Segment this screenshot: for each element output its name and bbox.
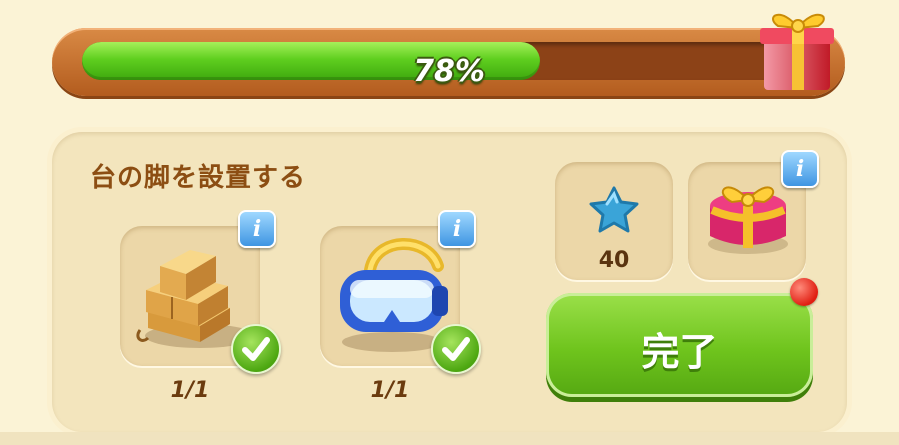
info-badge-wood[interactable]: i [238, 210, 276, 248]
reward-star-value: 40 [598, 248, 630, 273]
task-title: 台の脚を設置する [90, 163, 307, 193]
bottom-strip [0, 432, 899, 445]
requirement-count-goggles: 1/1 [370, 378, 410, 403]
reward-slot-star: 40 [555, 162, 673, 280]
blue-star-icon [589, 186, 639, 233]
complete-button-label: 完了 [641, 330, 718, 374]
check-icon-goggles [431, 324, 481, 374]
notification-dot [790, 278, 818, 306]
reward-gift-icon[interactable] [758, 2, 838, 94]
info-badge-gift[interactable]: i [781, 150, 819, 188]
progress-track: 78% [82, 42, 816, 89]
progress-percent-label: 78% [413, 54, 485, 89]
progress-bar: 78% [52, 28, 845, 96]
info-badge-goggles[interactable]: i [438, 210, 476, 248]
complete-button[interactable]: 完了 [546, 293, 813, 397]
requirement-count-wood: 1/1 [170, 378, 210, 403]
check-icon-wood [231, 324, 281, 374]
